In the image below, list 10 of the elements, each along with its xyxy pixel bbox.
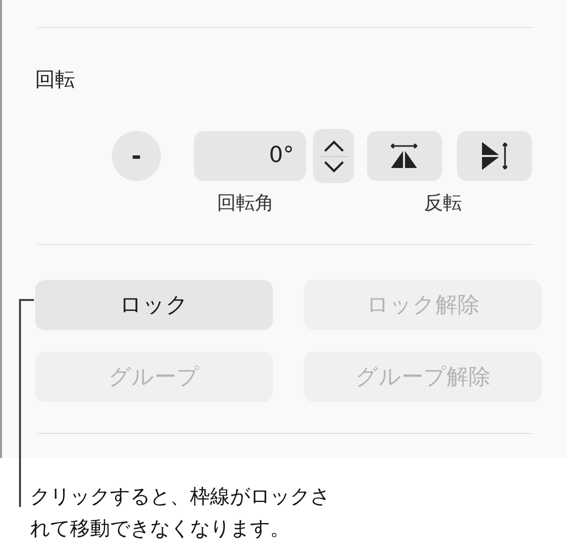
- section-heading: 回転: [35, 66, 76, 93]
- flip-vertical-button[interactable]: [456, 131, 532, 181]
- flip-horizontal-button[interactable]: [366, 131, 442, 181]
- stepper[interactable]: [313, 129, 354, 183]
- action-button[interactable]: ロック: [35, 280, 273, 330]
- flip-label: 反転: [424, 191, 462, 216]
- callout-text: クリックすると、枠線がロックされて移動できなくなります。: [29, 483, 331, 542]
- minus-button[interactable]: -: [112, 131, 161, 181]
- angle-field[interactable]: 0°: [194, 131, 306, 181]
- angle-label: 回転角: [217, 191, 274, 216]
